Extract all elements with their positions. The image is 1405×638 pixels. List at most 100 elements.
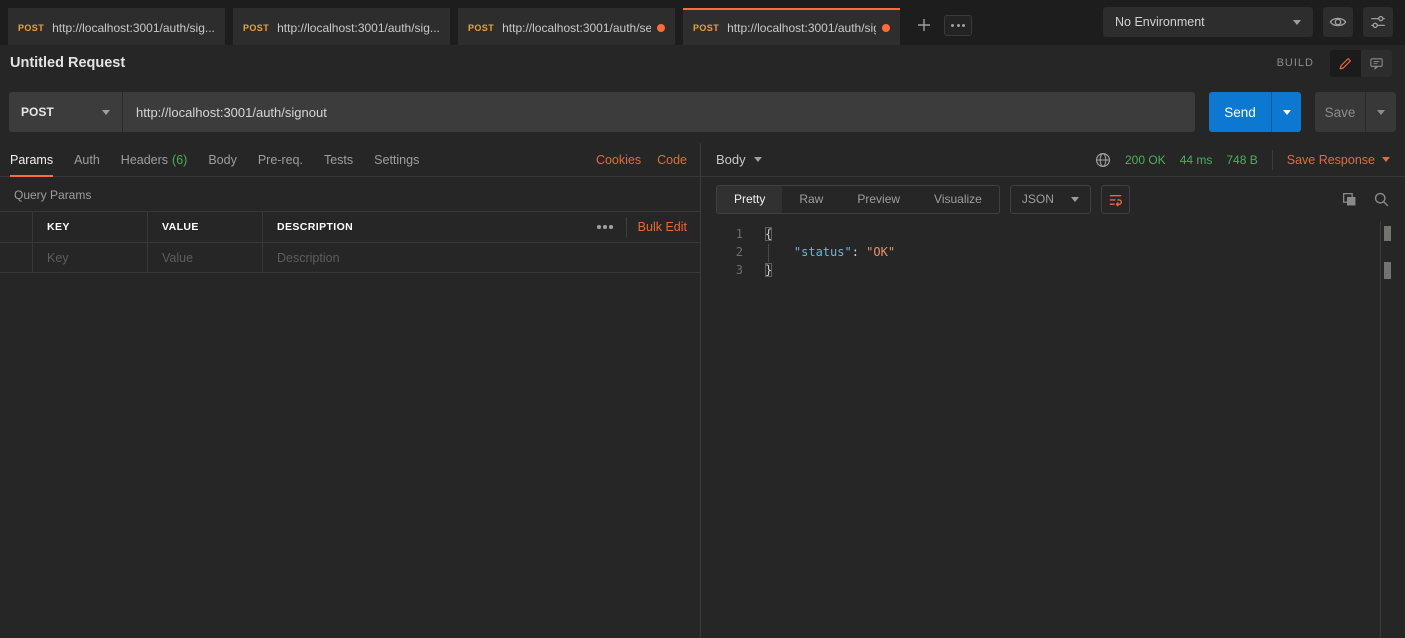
- param-description-input[interactable]: [263, 251, 700, 265]
- chevron-down-icon: [1382, 157, 1390, 162]
- globe-icon: [1095, 152, 1111, 168]
- params-options-button[interactable]: [595, 221, 615, 233]
- param-key-input[interactable]: [33, 251, 147, 265]
- request-tab[interactable]: POST http://localhost:3001/auth/sig...: [683, 8, 900, 45]
- response-format-selector[interactable]: JSON: [1010, 185, 1091, 214]
- chevron-down-icon: [1377, 110, 1385, 115]
- tab-strip: POSThttp://localhost:3001/auth/sig...POS…: [0, 8, 900, 45]
- wrap-text-icon: [1107, 191, 1124, 208]
- environment-quick-look-button[interactable]: [1323, 7, 1353, 37]
- code-content: }: [765, 262, 772, 280]
- tab-params[interactable]: Params: [10, 143, 53, 177]
- tab-actions: [912, 13, 972, 37]
- comments-button[interactable]: [1361, 50, 1392, 77]
- code-lines: 1{2 "status": "OK"3}: [701, 226, 1405, 280]
- send-button[interactable]: Send: [1209, 92, 1271, 132]
- tab-options-button[interactable]: [944, 15, 972, 36]
- line-number: 2: [701, 244, 743, 262]
- response-time: 44 ms: [1180, 153, 1213, 167]
- chevron-down-icon: [102, 110, 110, 115]
- row-handle-column: [0, 212, 33, 242]
- token-key: "status": [794, 245, 852, 259]
- column-header-description: DESCRIPTION: [263, 212, 582, 242]
- build-mode-label: BUILD: [1277, 57, 1314, 69]
- tab-label: Tests: [324, 153, 353, 167]
- tab-method-label: POST: [18, 23, 44, 33]
- token-string: "OK": [866, 245, 895, 259]
- tab-headers[interactable]: Headers(6): [121, 143, 188, 177]
- method-label: POST: [21, 105, 102, 119]
- tab-url-label: http://localhost:3001/auth/ses...: [502, 21, 651, 35]
- view-tab-visualize[interactable]: Visualize: [917, 186, 999, 213]
- code-content: "status": "OK": [765, 244, 895, 262]
- save-button[interactable]: Save: [1315, 92, 1365, 132]
- token-bracket: }: [765, 263, 772, 277]
- request-pane: Params Auth Headers(6) Body Pre-req. Tests Set…: [0, 143, 701, 638]
- copy-response-button[interactable]: [1341, 191, 1358, 208]
- view-tab-raw[interactable]: Raw: [782, 186, 840, 213]
- view-tab-pretty[interactable]: Pretty: [717, 186, 782, 213]
- comment-icon: [1369, 56, 1384, 71]
- save-response-button[interactable]: Save Response: [1287, 153, 1390, 167]
- column-header-key: KEY: [33, 212, 148, 242]
- send-button-group: Send: [1209, 92, 1301, 132]
- scrollbar-mark: [1384, 262, 1391, 279]
- kebab-icon: [597, 225, 601, 229]
- request-tab[interactable]: POST http://localhost:3001/auth/sig...: [8, 8, 225, 45]
- query-params-title: Query Params: [0, 177, 700, 211]
- save-options-button[interactable]: [1365, 92, 1396, 132]
- view-tab-preview[interactable]: Preview: [840, 186, 917, 213]
- pencil-icon: [1338, 56, 1353, 71]
- divider: [626, 217, 627, 237]
- search-response-button[interactable]: [1373, 191, 1390, 208]
- tab-label: Settings: [374, 153, 419, 167]
- tab-prereq[interactable]: Pre-req.: [258, 143, 303, 177]
- url-input[interactable]: [123, 92, 1195, 132]
- column-header-label: VALUE: [148, 221, 213, 233]
- param-value-input[interactable]: [148, 251, 262, 265]
- line-number: 1: [701, 226, 743, 244]
- tab-url-label: http://localhost:3001/auth/sig...: [277, 21, 440, 35]
- send-options-button[interactable]: [1271, 92, 1301, 132]
- tab-label: Headers: [121, 153, 168, 167]
- column-header-label: KEY: [33, 221, 84, 233]
- tab-settings[interactable]: Settings: [374, 143, 419, 177]
- tab-url-label: http://localhost:3001/auth/sig...: [727, 21, 876, 35]
- window-tab-bar: POSThttp://localhost:3001/auth/sig...POS…: [0, 0, 1405, 45]
- cookies-link[interactable]: Cookies: [596, 153, 641, 167]
- request-tab[interactable]: POSThttp://localhost:3001/auth/ses...: [458, 8, 675, 45]
- tab-tests[interactable]: Tests: [324, 143, 353, 177]
- environment-selector[interactable]: No Environment: [1103, 7, 1313, 37]
- response-body-dropdown[interactable]: Body: [716, 152, 762, 167]
- query-params-table: KEY VALUE DESCRIPTION Bulk Edit: [0, 211, 700, 273]
- eye-icon: [1329, 13, 1347, 31]
- scrollbar-mark: [1384, 226, 1391, 241]
- line-number: 3: [701, 262, 743, 280]
- environment-settings-button[interactable]: [1363, 7, 1393, 37]
- new-tab-button[interactable]: [912, 13, 936, 37]
- chevron-down-icon: [754, 157, 762, 162]
- save-button-group: Save: [1315, 92, 1396, 132]
- main-panes: Params Auth Headers(6) Body Pre-req. Tests Set…: [0, 143, 1405, 638]
- tab-method-label: POST: [693, 23, 719, 33]
- method-selector[interactable]: POST: [9, 92, 123, 132]
- request-tab[interactable]: POST http://localhost:3001/auth/sig...: [233, 8, 450, 45]
- code-line: 1{: [701, 226, 1405, 244]
- tab-label: Pre-req.: [258, 153, 303, 167]
- format-label: JSON: [1022, 192, 1054, 206]
- response-view-tabs: PrettyRawPreviewVisualize: [716, 185, 1000, 214]
- chevron-down-icon: [1293, 20, 1301, 25]
- tab-body[interactable]: Body: [208, 143, 237, 177]
- edit-mode-button[interactable]: [1330, 50, 1361, 77]
- unsaved-dot-icon: [657, 24, 665, 32]
- bulk-edit-link[interactable]: Bulk Edit: [638, 220, 687, 234]
- tab-method-label: POST: [243, 23, 269, 33]
- tab-label: Params: [10, 153, 53, 167]
- wrap-text-button[interactable]: [1101, 185, 1130, 214]
- column-header-label: DESCRIPTION: [263, 221, 367, 233]
- code-line: 2 "status": "OK": [701, 244, 1405, 262]
- tab-url-label: http://localhost:3001/auth/sig...: [52, 21, 215, 35]
- tab-auth[interactable]: Auth: [74, 143, 100, 177]
- code-link[interactable]: Code: [657, 153, 687, 167]
- params-input-row: [0, 242, 700, 273]
